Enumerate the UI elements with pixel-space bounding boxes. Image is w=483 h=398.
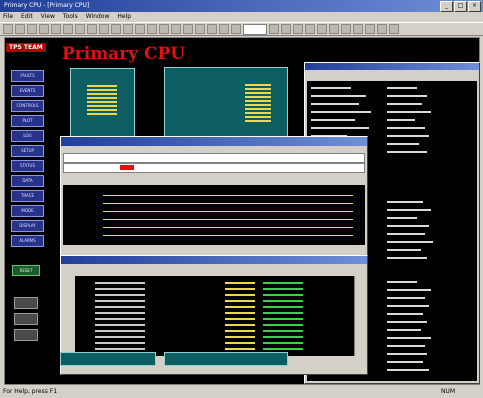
status-text: For Help, press F1 — [3, 388, 58, 395]
menu-file[interactable]: File — [3, 12, 13, 22]
nav-button-plot[interactable]: PLOT — [11, 115, 44, 127]
open-icon[interactable] — [15, 24, 25, 34]
data-list-content — [75, 276, 363, 356]
copy-icon[interactable] — [51, 24, 61, 34]
find-icon[interactable] — [231, 24, 241, 34]
menu-view[interactable]: View — [41, 12, 55, 22]
filter-icon[interactable] — [219, 24, 229, 34]
go-icon[interactable] — [269, 24, 279, 34]
cascade-icon[interactable] — [365, 24, 375, 34]
new-icon[interactable] — [3, 24, 13, 34]
nav-button-events[interactable]: EVENTS — [11, 85, 44, 97]
window-controls: _ □ × — [440, 1, 481, 12]
vertical-scrollbar[interactable] — [354, 276, 363, 356]
table-icon[interactable] — [207, 24, 217, 34]
help-icon[interactable] — [389, 24, 399, 34]
menu-edit[interactable]: Edit — [21, 12, 33, 22]
menu-bar: File Edit View Tools Window Help — [0, 12, 483, 22]
timing-trace — [63, 185, 365, 245]
print-icon[interactable] — [75, 24, 85, 34]
aux-button-2[interactable] — [14, 313, 38, 325]
panel-2-lines — [245, 82, 271, 124]
tile-icon[interactable] — [377, 24, 387, 34]
zoom-in-icon[interactable] — [87, 24, 97, 34]
logic-analyzer-window — [60, 136, 368, 258]
nav-button-status[interactable]: STATUS — [11, 160, 44, 172]
nav-button-setup[interactable]: SETUP — [11, 145, 44, 157]
num-lock-indicator: NUM — [440, 388, 455, 395]
nav-button-trace[interactable]: TRACE — [11, 190, 44, 202]
nav-button-display[interactable]: DISPLAY — [11, 220, 44, 232]
settings-icon[interactable] — [329, 24, 339, 34]
zoom-out-icon[interactable] — [99, 24, 109, 34]
alarm-indicator — [120, 165, 134, 170]
watch-icon[interactable] — [183, 24, 193, 34]
status-panel-right — [164, 352, 288, 366]
zoom-select[interactable] — [243, 23, 267, 35]
nav-button-mode[interactable]: MODE — [11, 205, 44, 217]
back-icon[interactable] — [281, 24, 291, 34]
home-icon[interactable] — [305, 24, 315, 34]
maximize-button[interactable]: □ — [454, 1, 467, 12]
cut-icon[interactable] — [39, 24, 49, 34]
data-list-titlebar — [61, 256, 367, 264]
signal-value-row — [63, 163, 365, 173]
forward-icon[interactable] — [293, 24, 303, 34]
graph-icon[interactable] — [195, 24, 205, 34]
signal-header-row — [63, 153, 365, 163]
reset-button[interactable]: RESET — [12, 265, 40, 276]
minimize-button[interactable]: _ — [440, 1, 453, 12]
menu-help[interactable]: Help — [117, 12, 131, 22]
logic-analyzer-titlebar — [61, 137, 367, 146]
pause-icon[interactable] — [147, 24, 157, 34]
nav-button-controls[interactable]: CONTROLS — [11, 100, 44, 112]
save-icon[interactable] — [27, 24, 37, 34]
stop-icon[interactable] — [123, 24, 133, 34]
aux-button-1[interactable] — [14, 297, 38, 309]
toolbar — [0, 22, 483, 36]
nav-button-data[interactable]: DATA — [11, 175, 44, 187]
trace-icon[interactable] — [171, 24, 181, 34]
window-title: Primary CPU - [Primary CPU] — [4, 2, 90, 9]
page-title: Primary CPU — [62, 44, 186, 64]
menu-tools[interactable]: Tools — [63, 12, 78, 22]
memory-window-titlebar — [305, 63, 479, 70]
run-icon[interactable] — [111, 24, 121, 34]
nav-button-alarms[interactable]: ALARMS — [11, 235, 44, 247]
paste-icon[interactable] — [63, 24, 73, 34]
nav-button-log[interactable]: LOG — [11, 130, 44, 142]
status-bar: For Help, press F1 NUM — [0, 386, 483, 398]
nav-button-faults[interactable]: FAULTS — [11, 70, 44, 82]
step-icon[interactable] — [135, 24, 145, 34]
panel-1-lines — [87, 83, 117, 117]
close-button[interactable]: × — [468, 1, 481, 12]
menu-window[interactable]: Window — [86, 12, 110, 22]
window-icon[interactable] — [353, 24, 363, 34]
layout-icon[interactable] — [341, 24, 351, 34]
refresh-icon[interactable] — [159, 24, 169, 34]
window-titlebar: Primary CPU - [Primary CPU] — [0, 0, 483, 12]
status-panel-left — [60, 352, 156, 366]
logo: TPS TEAM — [6, 43, 46, 52]
bookmark-icon[interactable] — [317, 24, 327, 34]
aux-button-3[interactable] — [14, 329, 38, 341]
